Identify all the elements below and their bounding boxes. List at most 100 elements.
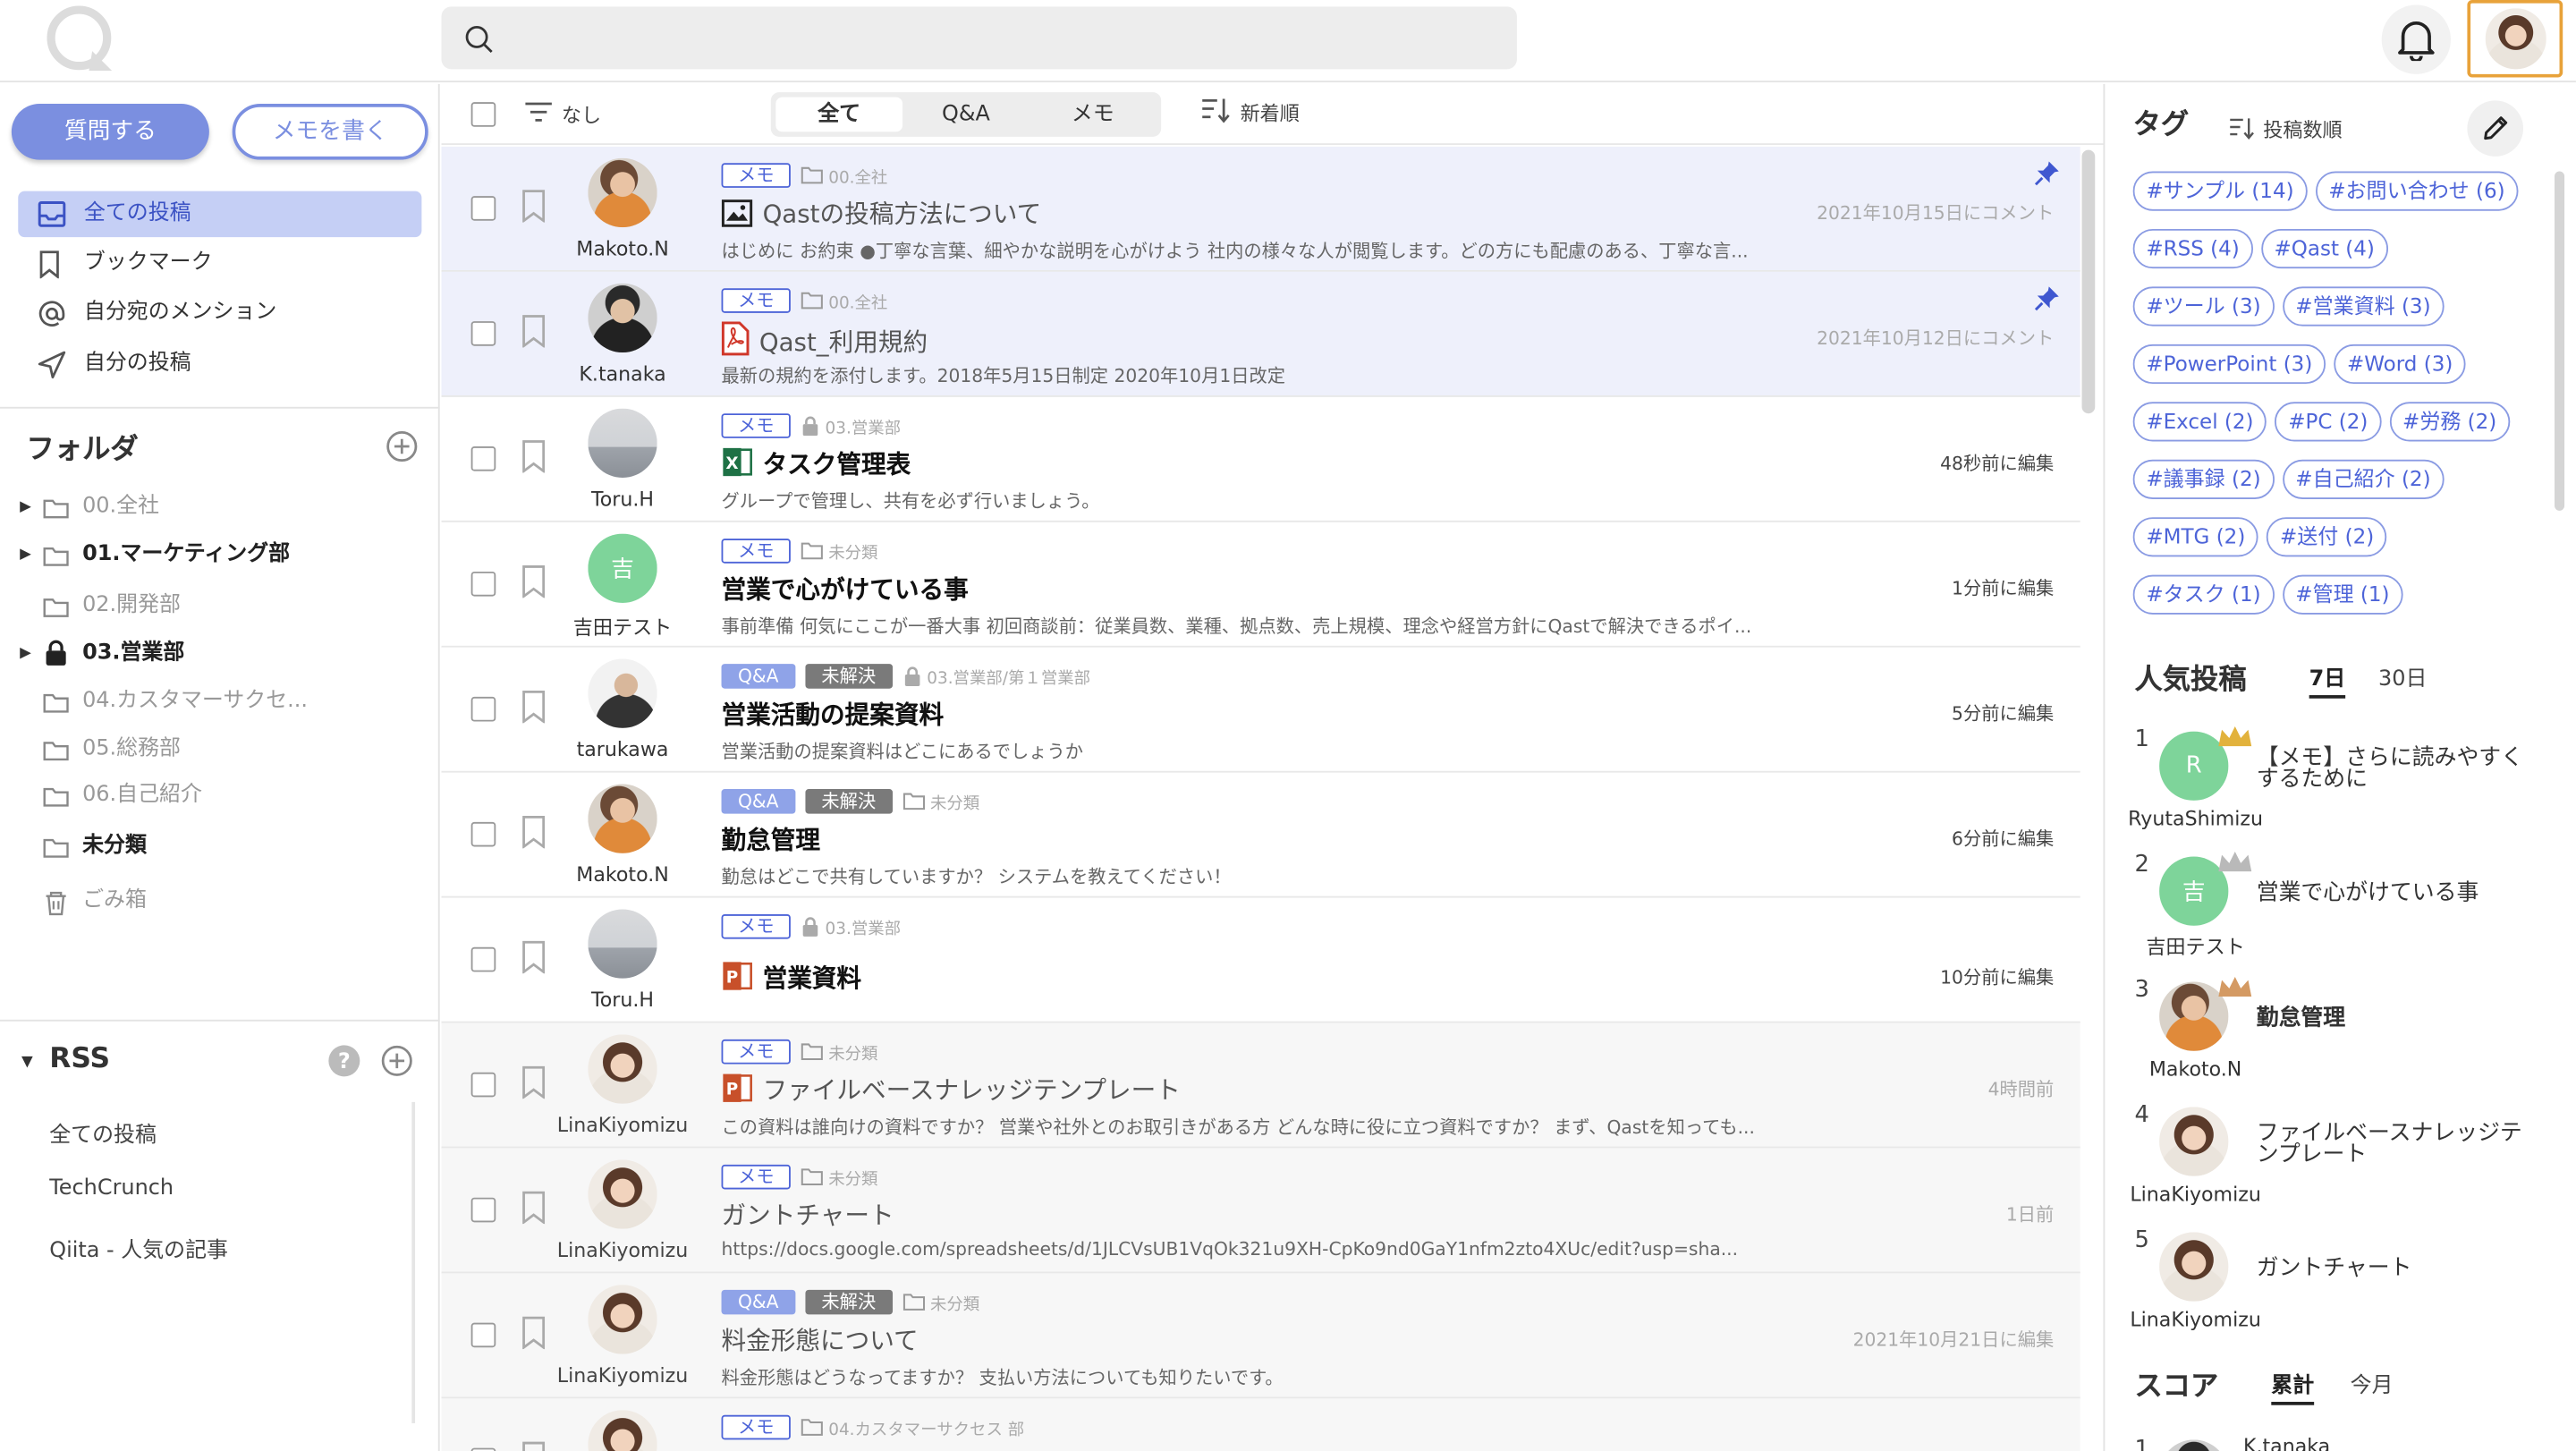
bookmark-icon[interactable] [521,315,547,348]
author-name[interactable]: LinaKiyomizu [2118,1183,2273,1206]
nav-bookmarks[interactable]: ブックマーク [18,241,421,287]
tag-chip[interactable]: #サンプル (14) [2132,171,2308,211]
post-title[interactable]: Qast_利用規約 [721,321,928,359]
tag-chip[interactable]: #ツール (3) [2132,286,2275,327]
bookmark-icon[interactable] [521,940,547,974]
post-row[interactable]: Makoto.N メモ 00.全社 Qastの投稿方法について はじめに お約束 ●丁寧… [441,146,2080,272]
post-title[interactable]: 料金形態について [722,1323,919,1358]
nav-my-posts[interactable]: 自分の投稿 [18,341,421,387]
popular-tab-30d[interactable]: 30日 [2378,660,2427,692]
author-name[interactable]: tarukawa [540,738,705,761]
post-title[interactable]: P 営業資料 [722,961,861,996]
author-name[interactable]: RyutaShimizu [2118,807,2273,830]
select-checkbox[interactable] [470,571,496,597]
avatar[interactable] [588,1285,657,1354]
user-menu-button[interactable] [2467,0,2563,78]
post-title[interactable]: 勤怠管理 [722,822,821,857]
author-name[interactable]: K.tanaka [540,362,705,386]
avatar[interactable] [588,157,657,228]
bookmark-icon[interactable] [521,1191,547,1225]
folder-item[interactable]: 05.総務部 [20,730,415,769]
folder-item[interactable]: ▶ 03.営業部 [20,634,415,674]
tag-chip[interactable]: #管理 (1) [2282,574,2403,615]
nav-all-posts[interactable]: 全ての投稿 [18,191,422,238]
tag-chip[interactable]: #自己紹介 (2) [2282,459,2445,499]
tag-chip[interactable]: #労務 (2) [2389,402,2511,442]
tag-chip[interactable]: #議事録 (2) [2132,459,2275,499]
post-row[interactable]: K.tanaka メモ 00.全社 Qast_利用規約 最新の規約を添付します。2018… [441,271,2080,397]
author-name[interactable]: LinaKiyomizu [540,1364,705,1387]
post-row[interactable]: Makoto.N Q&A 未解決 未分類 勤怠管理 勤怠はどこで共有していますか？ システ… [441,773,2080,898]
select-checkbox[interactable] [470,821,496,847]
tab-qa[interactable]: Q&A [902,98,1030,132]
author-name[interactable]: Toru.H [540,989,705,1012]
select-checkbox[interactable] [470,696,496,722]
popular-post-title[interactable]: ガントチャート [2257,1257,2529,1280]
tab-memo[interactable]: メモ [1030,98,1157,132]
avatar[interactable] [588,909,657,979]
popular-post-title[interactable]: ファイルベースナレッジテンプレート [2257,1122,2529,1167]
post-row[interactable]: 吉吉田テスト メモ 未分類 営業で心がけている事 事前準備 何気にここが一番大事 初回商… [441,522,2080,648]
bookmark-icon[interactable] [521,815,547,849]
tag-chip[interactable]: #Qast (4) [2260,228,2388,269]
select-checkbox[interactable] [470,1322,496,1348]
nav-mentions[interactable]: 自分宛のメンション [18,290,421,336]
tag-chip[interactable]: #MTG (2) [2132,517,2259,557]
tab-all[interactable]: 全て [775,97,903,132]
folder-item[interactable]: 06.自己紹介 [20,776,415,815]
tag-chip[interactable]: #PC (2) [2275,402,2382,442]
tag-chip[interactable]: #Excel (2) [2132,402,2267,442]
bookmark-icon[interactable] [521,190,547,223]
folder-item[interactable]: 02.開発部 [20,587,415,626]
avatar[interactable]: 吉 [588,533,657,603]
caret-right-icon[interactable]: ▶ [20,488,31,527]
select-checkbox[interactable] [470,1197,496,1223]
popular-post[interactable]: 4 LinaKiyomizu ファイルベースナレッジテンプレート [2130,1102,2575,1227]
author-name[interactable]: Makoto.N [540,237,705,260]
add-folder-button[interactable] [386,430,419,463]
post-row[interactable]: LinaKiyomizu Q&A 未解決 未分類 料金形態について 料金形態はどうなってま… [441,1273,2080,1399]
author-name[interactable]: 吉田テスト [540,613,705,641]
popular-post-title[interactable]: 勤怠管理 [2257,1007,2529,1030]
rss-item[interactable]: TechCrunch [49,1176,174,1201]
tag-chip[interactable]: #タスク (1) [2132,574,2275,615]
tag-chip[interactable]: #営業資料 (3) [2282,286,2445,327]
popular-post[interactable]: 1 R RyutaShimizu 【メモ】さらに読みやすくするために [2128,726,2575,852]
tag-chip[interactable]: #Word (3) [2334,344,2467,385]
post-row[interactable]: Toru.H メモ 03.営業部 X タスク管理表 グループで管理し、共有を必ず行いましょ… [441,397,2080,522]
author-name[interactable]: Makoto.N [2118,1057,2273,1081]
avatar[interactable] [2159,1107,2229,1176]
bookmark-icon[interactable] [521,1441,547,1451]
post-title[interactable]: P ファイルベースナレッジテンプレート [722,1073,1181,1107]
notification-button[interactable] [2381,4,2452,74]
rss-item[interactable]: Qiita - 人気の記事 [49,1232,228,1264]
post-title[interactable]: ガントチャート [722,1198,894,1233]
author-name[interactable]: LinaKiyomizu [540,1239,705,1262]
bookmark-icon[interactable] [521,440,547,473]
folder-item[interactable]: ごみ箱 [20,881,415,921]
tags-scrollbar[interactable] [2555,171,2565,511]
author-name[interactable]: LinaKiyomizu [2118,1308,2273,1331]
author-name[interactable]: Toru.H [540,488,705,511]
score-tab-total[interactable]: 累計 [2271,1367,2315,1405]
popular-post[interactable]: 3 Makoto.N 勤怠管理 [2134,976,2575,1102]
select-checkbox[interactable] [470,446,496,471]
rss-collapse-caret[interactable]: ▼ [21,1054,33,1070]
post-row[interactable]: LinaKiyomizu メモ 未分類 ガントチャート https://docs.goo… [441,1148,2080,1274]
rss-item[interactable]: 全ての投稿 [49,1116,157,1149]
select-checkbox[interactable] [470,1447,496,1451]
search-input[interactable] [441,6,1517,70]
popular-post[interactable]: 5 LinaKiyomizu ガントチャート [2130,1227,2575,1353]
avatar[interactable] [588,1410,657,1451]
select-checkbox[interactable] [470,1072,496,1098]
add-rss-button[interactable] [380,1044,413,1077]
post-row[interactable]: Toru.H メモ 03.営業部 P 営業資料 10分前に編集 [441,898,2080,1023]
tag-chip[interactable]: #RSS (4) [2132,228,2253,269]
post-title[interactable]: 営業で心がけている事 [722,572,969,607]
list-scrollbar[interactable] [2081,149,2096,414]
caret-right-icon[interactable]: ▶ [20,535,31,574]
tags-sort-button[interactable]: 投稿数順 [2228,112,2343,143]
avatar[interactable] [588,1159,657,1229]
popular-post-title[interactable]: 営業で心がけている事 [2257,882,2529,904]
select-checkbox[interactable] [470,321,496,346]
